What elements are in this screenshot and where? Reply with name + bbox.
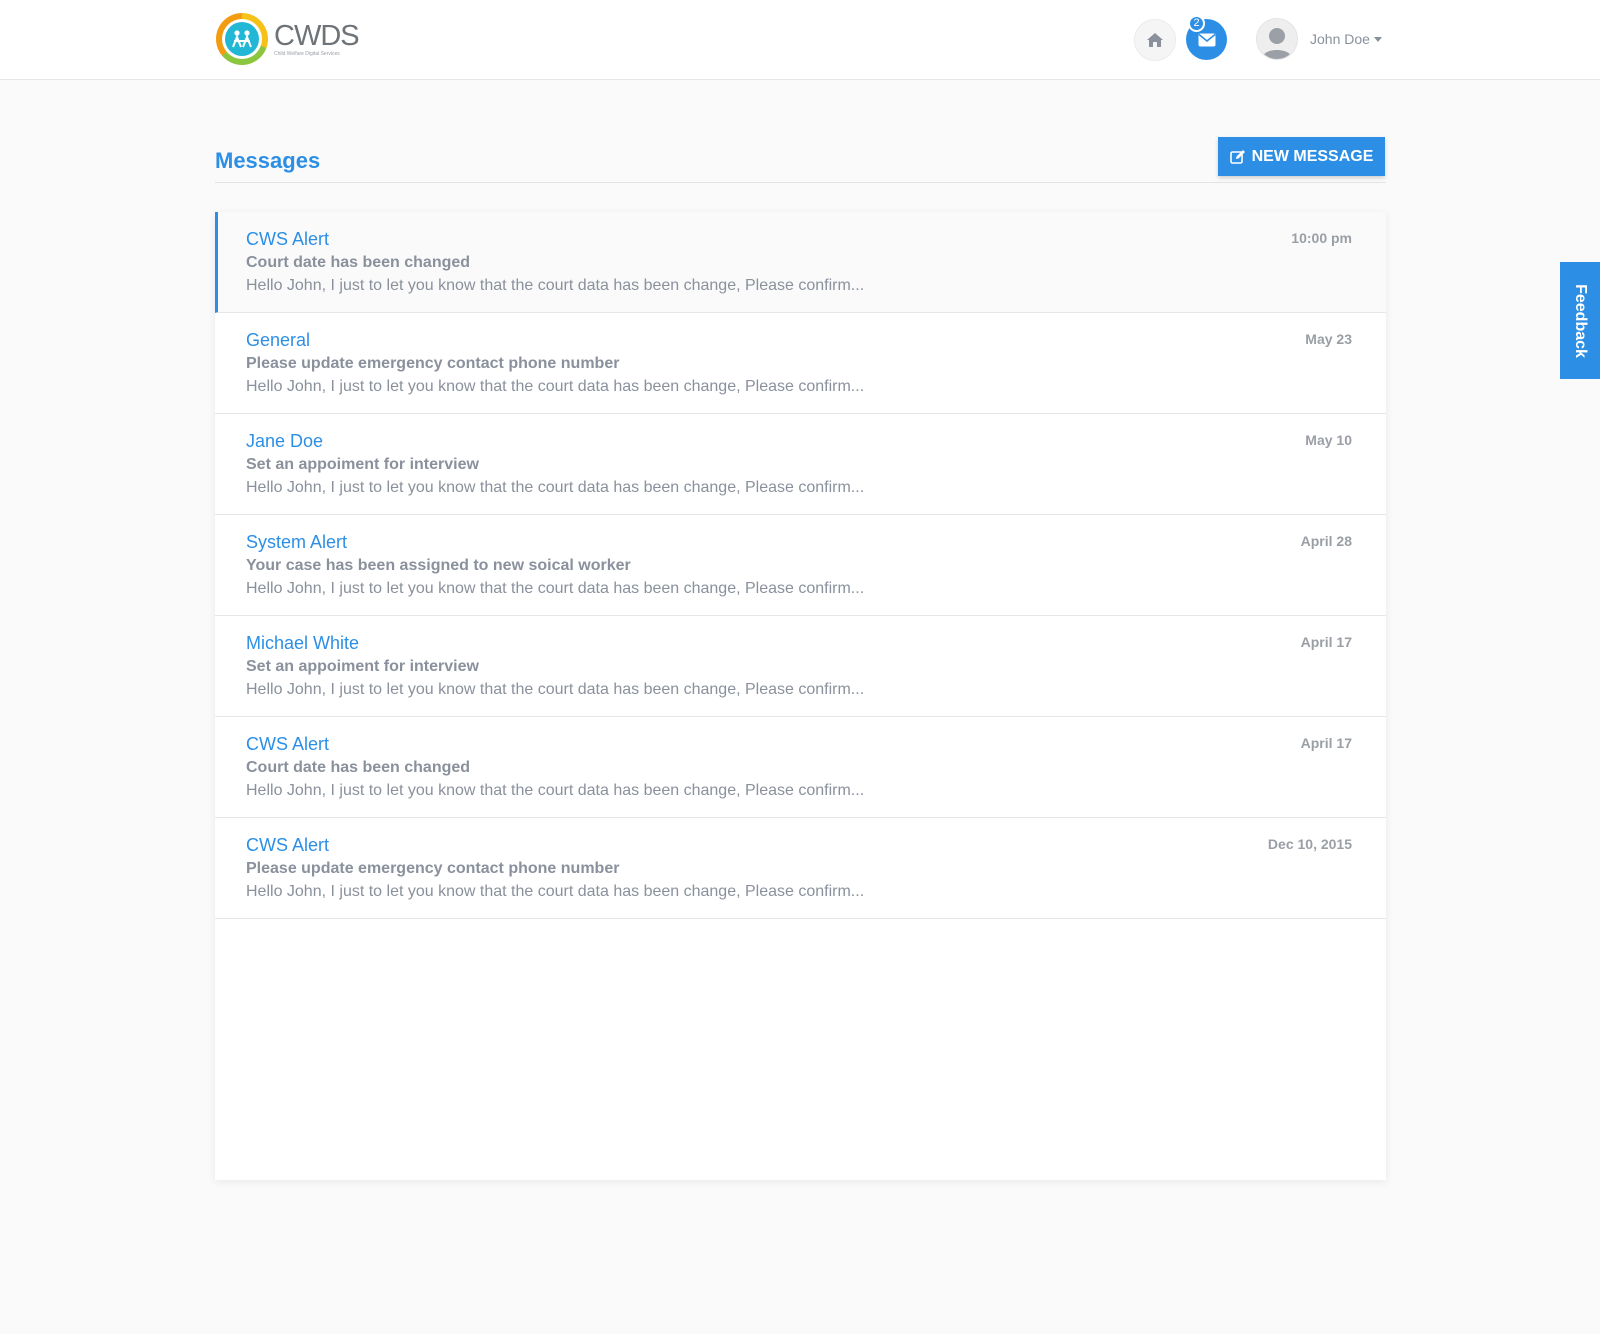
message-row[interactable]: CWS Alert Please update emergency contact… xyxy=(215,818,1386,919)
new-message-label: NEW MESSAGE xyxy=(1251,147,1374,165)
message-subject: Set an appoiment for interview xyxy=(246,658,479,675)
message-row[interactable]: System Alert Your case has been assigned … xyxy=(215,515,1386,616)
page-title: Messages xyxy=(215,148,321,173)
message-date: April 28 xyxy=(1300,533,1352,549)
message-row[interactable]: Michael White Set an appoiment for interv… xyxy=(215,616,1386,717)
user-avatar-icon xyxy=(1256,18,1298,60)
message-date: May 23 xyxy=(1305,331,1352,347)
message-sender: CWS Alert xyxy=(246,734,330,754)
message-date: May 10 xyxy=(1305,432,1352,448)
logo-emblem-icon xyxy=(216,13,268,65)
message-row[interactable]: General Please update emergency contact p… xyxy=(215,313,1386,414)
message-preview: Hello John, I just to let you know that … xyxy=(246,277,865,294)
top-navbar: CWDS Child Welfare Digital Services 2 Jo… xyxy=(0,0,1600,80)
message-sender: CWS Alert xyxy=(246,835,330,855)
feedback-tab[interactable]: Feedback xyxy=(1560,262,1600,379)
edit-icon xyxy=(1229,149,1245,164)
message-list: CWS Alert Court date has been changed Hell… xyxy=(215,212,1386,1180)
caret-down-icon xyxy=(1373,36,1382,42)
logo-wordmark: CWDS xyxy=(274,20,360,52)
message-sender: System Alert xyxy=(246,532,348,552)
message-preview: Hello John, I just to let you know that … xyxy=(246,782,865,799)
feedback-label: Feedback xyxy=(1572,283,1589,358)
new-message-button[interactable]: NEW MESSAGE xyxy=(1218,137,1385,176)
message-sender: General xyxy=(246,330,311,350)
message-preview: Hello John, I just to let you know that … xyxy=(246,681,865,698)
message-date: 10:00 pm xyxy=(1291,230,1352,246)
message-preview: Hello John, I just to let you know that … xyxy=(246,580,865,597)
message-sender: CWS Alert xyxy=(246,229,330,249)
message-date: April 17 xyxy=(1300,634,1352,650)
user-menu[interactable]: John Doe xyxy=(1256,18,1382,60)
message-sender: Michael White xyxy=(246,633,360,653)
title-divider xyxy=(215,182,1386,183)
message-date: April 17 xyxy=(1300,735,1352,751)
message-row[interactable]: Jane Doe Set an appoiment for interview He… xyxy=(215,414,1386,515)
message-subject: Court date has been changed xyxy=(246,759,471,776)
message-subject: Set an appoiment for interview xyxy=(246,456,479,473)
message-row[interactable]: CWS Alert Court date has been changed Hell… xyxy=(215,717,1386,818)
home-button[interactable] xyxy=(1134,19,1176,61)
message-subject: Court date has been changed xyxy=(246,254,471,271)
envelope-icon xyxy=(1197,33,1216,46)
message-subject: Please update emergency contact phone nu… xyxy=(246,355,620,372)
message-preview: Hello John, I just to let you know that … xyxy=(246,479,865,496)
home-icon xyxy=(1147,33,1163,47)
message-row[interactable]: CWS Alert Court date has been changed Hell… xyxy=(215,212,1386,313)
message-subject: Your case has been assigned to new soica… xyxy=(246,557,631,574)
message-preview: Hello John, I just to let you know that … xyxy=(246,378,865,395)
message-date: Dec 10, 2015 xyxy=(1267,836,1352,852)
cwds-logo[interactable]: CWDS Child Welfare Digital Services xyxy=(216,13,360,65)
user-name: John Doe xyxy=(1310,31,1370,47)
logo-tagline: Child Welfare Digital Services xyxy=(274,51,340,57)
message-preview: Hello John, I just to let you know that … xyxy=(246,883,865,900)
unread-count-badge: 2 xyxy=(1188,15,1205,32)
message-subject: Please update emergency contact phone nu… xyxy=(246,860,620,877)
message-sender: Jane Doe xyxy=(246,431,324,451)
